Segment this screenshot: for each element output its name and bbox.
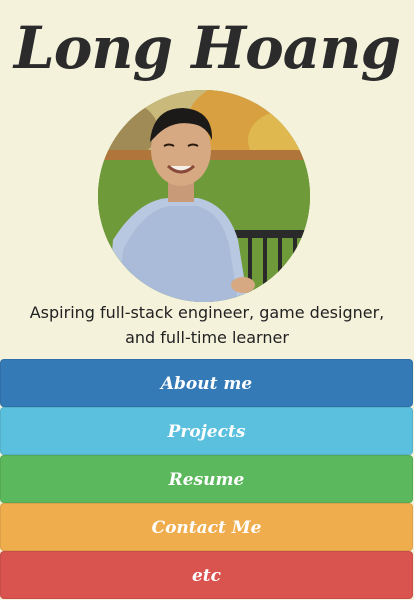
- nav-about-button[interactable]: About me: [0, 359, 413, 407]
- tagline: Aspiring full-stack engineer, game desig…: [29, 303, 385, 347]
- site-title: Long Hoang: [13, 14, 401, 82]
- nav-projects-button[interactable]: Projects: [0, 407, 413, 455]
- main-nav: About me Projects Resume Contact Me etc: [0, 359, 414, 599]
- page: Long Hoang Aspiring full-stack engineer,…: [0, 0, 414, 600]
- nav-etc-button[interactable]: etc: [0, 551, 413, 599]
- nav-resume-button[interactable]: Resume: [0, 455, 413, 503]
- nav-contact-button[interactable]: Contact Me: [0, 503, 413, 551]
- profile-photo: [98, 90, 310, 302]
- avatar: [98, 90, 310, 302]
